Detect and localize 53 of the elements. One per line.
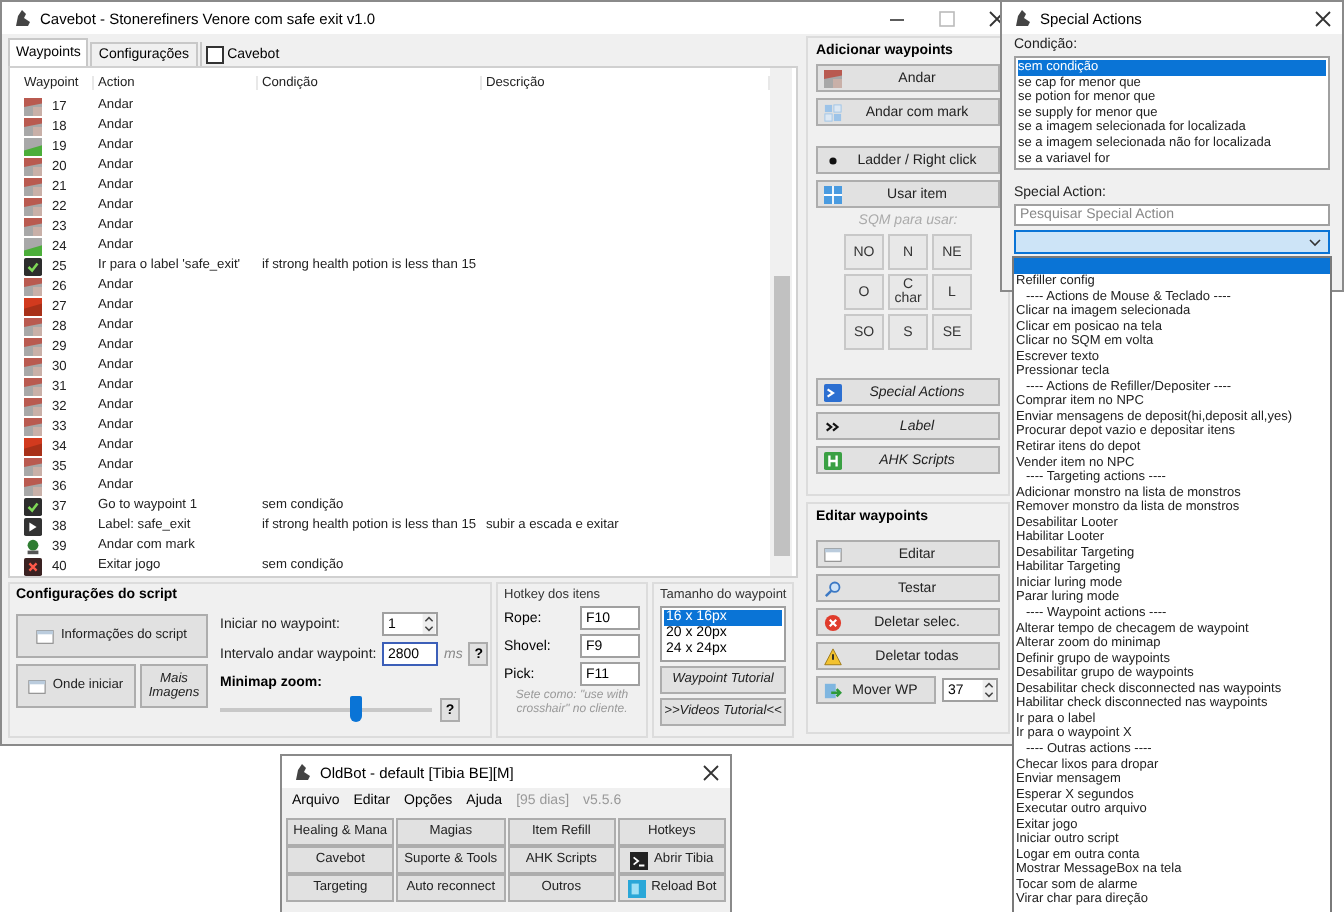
map-tile-icon	[24, 137, 42, 155]
terminal-icon	[824, 383, 842, 401]
map-tile-icon	[24, 157, 42, 175]
chevrons-icon	[824, 417, 842, 435]
move-icon	[824, 681, 842, 699]
search-icon	[824, 579, 842, 597]
map-tile-icon	[24, 277, 42, 295]
spin-arrows-icon[interactable]	[982, 680, 996, 700]
window-icon	[28, 677, 47, 695]
label-icon	[24, 517, 42, 535]
map-tile-icon	[824, 69, 842, 87]
map-tile-icon	[24, 477, 42, 495]
scrollbar[interactable]	[770, 68, 792, 576]
map-tile-icon	[24, 97, 42, 115]
terminal-icon	[630, 851, 649, 869]
map-tile-icon	[24, 397, 42, 415]
map-tile-icon	[24, 217, 42, 235]
map-tile-icon	[24, 237, 42, 255]
close-icon[interactable]	[1314, 9, 1332, 27]
map-tile-icon	[24, 177, 42, 195]
map-tile-icon	[24, 437, 42, 455]
exit-icon	[24, 557, 42, 575]
bullet-icon	[824, 151, 842, 169]
chevron-down-icon	[1308, 237, 1322, 247]
map-tile-icon	[24, 377, 42, 395]
grid-icon	[824, 185, 842, 203]
spin-arrows-icon[interactable]	[422, 614, 436, 634]
map-tile-icon	[24, 357, 42, 375]
map-tile-icon	[24, 457, 42, 475]
script-icon	[824, 451, 842, 469]
grid-icon	[824, 103, 842, 121]
app-icon	[1012, 8, 1032, 28]
map-tile-icon	[24, 337, 42, 355]
app-icon	[292, 762, 312, 782]
checkmark-icon	[24, 497, 42, 515]
close-icon[interactable]	[702, 763, 720, 781]
map-tile-icon	[24, 417, 42, 435]
map-tile-icon	[24, 117, 42, 135]
warning-icon	[824, 647, 842, 665]
map-tile-icon	[24, 317, 42, 335]
window-icon	[36, 627, 55, 645]
checkbox[interactable]	[205, 45, 224, 63]
delete-icon	[824, 613, 842, 631]
reload-icon	[627, 879, 646, 897]
action-dropdown[interactable]	[1014, 230, 1330, 254]
slider-thumb[interactable]	[349, 696, 362, 722]
map-tile-icon	[24, 197, 42, 215]
mark-icon	[24, 537, 42, 555]
window-icon	[824, 545, 842, 563]
app-icon	[12, 8, 32, 28]
map-tile-icon	[24, 297, 42, 315]
checkmark-icon	[24, 257, 42, 275]
zoom-slider[interactable]	[220, 696, 432, 724]
